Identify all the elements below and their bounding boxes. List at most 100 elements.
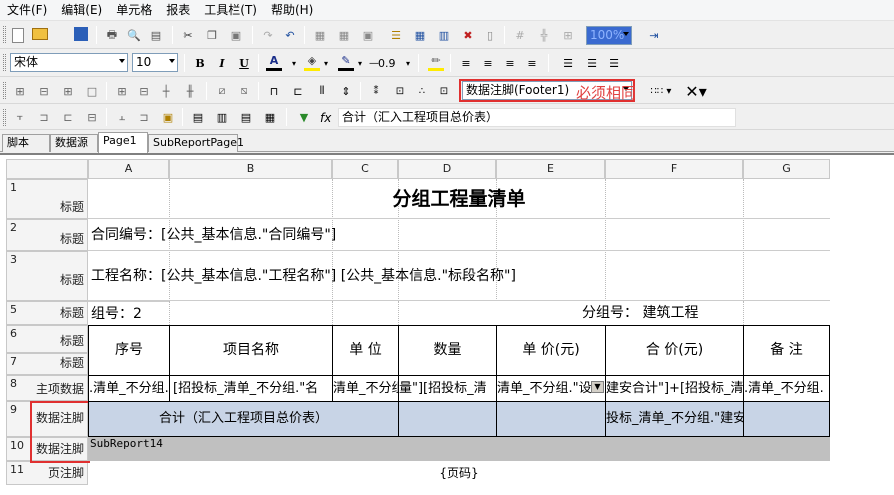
open-icon[interactable] [32,28,48,40]
border-outer-icon[interactable]: ⊟ [36,83,52,99]
page-layout-icon[interactable]: ▤ [190,109,206,125]
row-header[interactable]: 2 标题 [6,219,88,251]
row-header[interactable]: 8 主项数据 [6,375,88,401]
print-preview-icon[interactable]: 🔍 [126,27,142,43]
row-header[interactable]: 5 标题 [6,301,88,325]
same-width-icon[interactable]: ⊓ [266,83,282,99]
data-cell[interactable]: .清单_不分组. [88,375,170,402]
page-icon[interactable]: ▯ [482,27,498,43]
header-remarks[interactable]: 备 注 [743,325,830,376]
column-header-e[interactable]: E [496,159,605,179]
align-edge-icon[interactable]: ⊟ [84,109,100,125]
bring-front-icon[interactable]: ▣ [160,109,176,125]
valign-top-icon[interactable]: ☰ [560,55,576,71]
toolbar-grip[interactable] [3,54,6,71]
same-height-icon[interactable]: ⊏ [290,83,306,99]
header-total-price[interactable]: 合 价(元) [605,325,744,376]
row-header[interactable]: 6 标题 [6,325,88,353]
group-name-cell[interactable]: 分组号： 建筑工程 [496,301,743,325]
copy-icon[interactable]: ❐ [204,27,220,43]
highlight-icon[interactable]: ✏ [428,53,444,71]
cut-icon[interactable]: ✂ [180,27,196,43]
valign-middle-icon[interactable]: ☰ [584,55,600,71]
border-none-icon[interactable]: □ [84,83,100,99]
tab-script[interactable]: 脚本 [2,134,50,152]
column-header-d[interactable]: D [398,159,496,179]
page-fit-icon[interactable]: ▦ [262,109,278,125]
align-justify-icon[interactable]: ≡ [524,55,540,71]
border-inner-icon[interactable]: ⊞ [60,83,76,99]
header-unit[interactable]: 单 位 [332,325,399,376]
distribute-rows-icon[interactable]: ⇕ [338,83,354,99]
align-bottom-icon[interactable]: ⫠ [114,109,130,125]
footer-remarks-cell[interactable] [743,401,830,437]
cell-dropdown-button[interactable]: ▼ [591,381,604,393]
column-header-c[interactable]: C [332,159,398,179]
page-width-icon[interactable]: ▥ [214,109,230,125]
border-cross-icon[interactable]: ┼ [158,83,174,99]
line-width-value[interactable]: 0.9 [378,57,396,70]
menu-toolbar[interactable]: 工具栏(T) [197,0,264,21]
group-no-cell[interactable]: 组号：2 [88,301,169,325]
bold-button[interactable]: B [192,55,208,71]
print-icon[interactable]: 🖶 [104,27,120,43]
tab-subreportpage1[interactable]: SubReportPage1 [148,134,244,152]
insert-row-icon[interactable]: ☰ [388,27,404,43]
export-icon[interactable]: ▤ [148,27,164,43]
align-top-icon[interactable]: ⫟ [12,109,28,125]
footer-unit-price-cell[interactable] [496,401,606,437]
subreport-cell[interactable]: SubReport14 [88,437,830,461]
diagonal-up-icon[interactable]: ⧅ [236,83,252,99]
font-color-button[interactable]: A [266,53,282,71]
align-right-icon[interactable]: ≡ [502,55,518,71]
chevron-down-icon[interactable]: ▾ [404,55,412,71]
menu-edit[interactable]: 编辑(E) [54,0,109,21]
report-title[interactable]: 分组工程量清单 [88,179,830,219]
footer-total-label[interactable]: 合计（汇入工程项目总价表） [88,401,399,437]
merge-cells-icon[interactable]: ▦ [312,27,328,43]
header-quantity[interactable]: 数量 [398,325,497,376]
data-cell[interactable]: .清单_不分组. [743,375,830,402]
chevron-down-icon[interactable]: ▾ [356,55,364,71]
chevron-down-icon[interactable]: ▾ [322,55,330,71]
footer-quantity-cell[interactable] [398,401,497,437]
column-header-f[interactable]: F [605,159,743,179]
row-header[interactable]: 3 标题 [6,251,88,301]
data-cell[interactable]: 建安合计"]+[招投标_清 [605,375,744,402]
column-header-b[interactable]: B [169,159,332,179]
column-header-g[interactable]: G [743,159,830,179]
undo-icon[interactable]: ↶ [282,27,298,43]
insert-image-icon[interactable]: ⊡ [436,83,452,99]
insert-table-icon[interactable]: ▦ [412,27,428,43]
border-vertical-icon[interactable]: ╫ [182,83,198,99]
insert-sum-icon[interactable]: ∴ [414,83,430,99]
line-style-select[interactable]: ∷∷ ▾ [648,83,674,99]
header-item-name[interactable]: 项目名称 [169,325,333,376]
underline-button[interactable]: U [236,55,252,71]
insert-column-icon[interactable]: ▥ [436,27,452,43]
border-icon[interactable]: ⊞ [560,27,576,43]
distribute-columns-icon[interactable]: ⫴ [314,83,330,99]
row-header[interactable]: 1 标题 [6,179,88,219]
toolbar-grip[interactable] [3,26,6,43]
row-header[interactable]: 11 页注脚 [6,461,88,485]
tab-page1[interactable]: Page1 [98,132,148,153]
save-icon[interactable] [74,27,88,41]
border-all-icon[interactable]: ⊞ [12,83,28,99]
border-horizontal-icon[interactable]: ⊟ [136,83,152,99]
format-cells-icon[interactable]: ▣ [360,27,376,43]
toolbar-grip[interactable] [3,82,6,99]
italic-button[interactable]: I [214,55,230,71]
chevron-down-icon[interactable]: ▾ [290,55,298,71]
sheet-corner[interactable] [6,159,88,179]
tab-datasource[interactable]: 数据源 [50,134,98,152]
align-left-edge-icon[interactable]: ⊐ [136,109,152,125]
data-cell[interactable]: [招投标_清单_不分组."名 [169,375,333,402]
line-color-icon[interactable]: ✎ [338,53,354,71]
page-number-cell[interactable]: {页码} [88,461,830,485]
align-left-icon[interactable]: ≡ [458,55,474,71]
header-unit-price[interactable]: 单 价(元) [496,325,606,376]
align-right-edge-icon[interactable]: ⊐ [36,109,52,125]
row-header[interactable]: 7 标题 [6,353,88,375]
diagonal-down-icon[interactable]: ⧄ [214,83,230,99]
